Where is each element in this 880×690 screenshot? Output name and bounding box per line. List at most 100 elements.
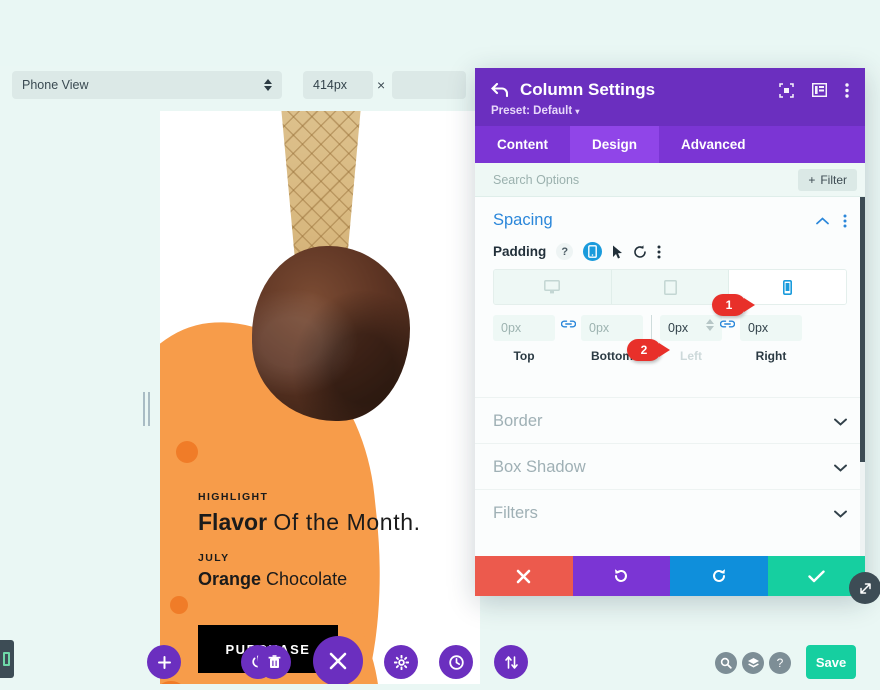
responsive-phone-icon[interactable] — [583, 242, 603, 261]
padding-bottom-input[interactable]: 0px — [581, 315, 643, 341]
subhead-rest: Chocolate — [266, 569, 348, 589]
device-tab-desktop[interactable] — [494, 270, 612, 304]
padding-top-label: Top — [513, 349, 535, 363]
add-module-button[interactable] — [147, 645, 181, 679]
undo-button[interactable] — [572, 556, 670, 596]
section-header-border[interactable]: Border — [475, 397, 865, 443]
highlight-kicker: HIGHLIGHT — [198, 491, 269, 503]
panel-header: Column Settings Preset: Default ▾ — [475, 68, 865, 126]
scrollbar-thumb[interactable] — [860, 197, 865, 462]
padding-left-value: 0px — [668, 321, 689, 335]
section-header-spacing[interactable]: Spacing — [475, 197, 865, 242]
headline: Flavor Of the Month. — [198, 509, 473, 536]
cursor-icon[interactable] — [612, 245, 623, 259]
callout-2: 2 — [627, 339, 670, 361]
viewport-width-value: 414px — [313, 78, 348, 92]
preset-selector[interactable]: Preset: Default ▾ — [491, 105, 849, 117]
callout-2-number: 2 — [640, 343, 648, 357]
panel-resize-handle[interactable] — [849, 572, 880, 604]
link-values-icon[interactable] — [555, 319, 581, 330]
settings-gear-button[interactable] — [384, 645, 418, 679]
help-button[interactable]: ? — [769, 652, 791, 674]
link-values-icon-2[interactable] — [714, 319, 740, 330]
subheadline: Orange Chocolate — [198, 569, 473, 590]
redo-button[interactable] — [670, 556, 768, 596]
panel-scrollbar[interactable] — [860, 197, 865, 556]
plus-icon: + — [808, 172, 816, 187]
chevron-down-icon[interactable] — [834, 464, 847, 472]
month-kicker: JULY — [198, 552, 230, 564]
history-clock-button[interactable] — [439, 645, 473, 679]
section-title-filters: Filters — [493, 504, 538, 522]
filter-button[interactable]: + Filter — [798, 168, 857, 191]
panel-layout-icon[interactable] — [812, 83, 827, 97]
dot-decoration — [176, 441, 198, 463]
tab-content[interactable]: Content — [475, 126, 570, 163]
bottom-bar — [0, 684, 880, 690]
headline-rest: Of the Month. — [273, 509, 421, 535]
help-icon[interactable]: ? — [556, 243, 574, 260]
section-header-filters[interactable]: Filters — [475, 489, 865, 535]
column-settings-panel: Column Settings Preset: Default ▾ Conten… — [475, 68, 865, 596]
focus-target-icon[interactable] — [779, 82, 794, 98]
view-mode-label: Phone View — [22, 78, 89, 92]
padding-left-label: Left — [680, 349, 702, 363]
save-page-button[interactable]: Save — [806, 645, 856, 679]
tab-advanced[interactable]: Advanced — [659, 126, 768, 163]
section-title-spacing: Spacing — [493, 211, 553, 229]
dimension-separator: × — [377, 77, 386, 93]
padding-bottom-value: 0px — [589, 321, 610, 335]
padding-field-right: 0px Right — [740, 315, 802, 363]
padding-field-top: 0px Top — [493, 315, 555, 363]
reset-icon[interactable] — [633, 244, 647, 259]
preview-copy-block: HIGHLIGHT Flavor Of the Month. JULY Oran… — [198, 491, 473, 590]
layers-button[interactable] — [742, 652, 764, 674]
view-mode-select[interactable]: Phone View — [12, 71, 282, 99]
chevron-down-icon: ▾ — [575, 107, 580, 116]
subhead-bold: Orange — [198, 569, 262, 589]
chevron-up-icon[interactable] — [816, 216, 829, 225]
padding-right-label: Right — [755, 349, 787, 363]
padding-label: Padding — [493, 244, 547, 259]
top-toolbar — [0, 0, 880, 66]
close-settings-button[interactable] — [313, 636, 363, 686]
tab-design[interactable]: Design — [570, 126, 660, 163]
zoom-search-button[interactable] — [715, 652, 737, 674]
padding-fields: 0px Top 0px Bottom 0px Left 0px Right — [475, 305, 865, 363]
padding-right-input[interactable]: 0px — [740, 315, 802, 341]
save-page-label: Save — [815, 654, 847, 670]
panel-tabs: Content Design Advanced — [475, 126, 865, 163]
padding-top-input[interactable]: 0px — [493, 315, 555, 341]
app-root: Phone View 414px × HIGHLIGHT Flavor Of t… — [0, 0, 880, 690]
viewport-width-input[interactable]: 414px — [303, 71, 373, 99]
back-arrow-icon[interactable] — [491, 83, 508, 97]
left-side-tab[interactable] — [0, 640, 14, 678]
page-title: Column Settings — [520, 80, 656, 99]
kebab-menu-icon[interactable] — [845, 82, 849, 98]
chevron-down-icon[interactable] — [834, 510, 847, 518]
search-bar: Search Options + Filter — [475, 163, 865, 197]
panel-footer — [475, 556, 865, 596]
callout-1-number: 1 — [725, 298, 733, 312]
section-header-box-shadow[interactable]: Box Shadow — [475, 443, 865, 489]
search-input[interactable]: Search Options — [493, 173, 579, 187]
padding-control-row: Padding ? — [475, 242, 865, 267]
delete-button[interactable] — [257, 645, 291, 679]
help-glyph: ? — [776, 656, 784, 670]
kebab-menu-icon[interactable] — [843, 214, 847, 228]
chevron-down-icon[interactable] — [834, 418, 847, 426]
callout-1: 1 — [712, 294, 755, 316]
padding-top-value: 0px — [501, 321, 522, 335]
device-tab-tablet[interactable] — [611, 270, 730, 304]
kebab-menu-icon[interactable] — [657, 245, 661, 259]
section-title-border: Border — [493, 412, 543, 430]
sort-arrows-button[interactable] — [494, 645, 528, 679]
chocolate-scoop — [252, 246, 410, 421]
viewport-height-input[interactable] — [392, 71, 466, 99]
canvas-drag-handle[interactable] — [143, 392, 151, 426]
panel-body: Spacing Padding ? 0px Top 0px Bottom 0px… — [475, 197, 865, 556]
padding-left-stepper[interactable] — [706, 319, 714, 331]
responsive-device-tabs — [493, 269, 847, 305]
cancel-button[interactable] — [475, 556, 573, 596]
headline-bold: Flavor — [198, 509, 268, 535]
